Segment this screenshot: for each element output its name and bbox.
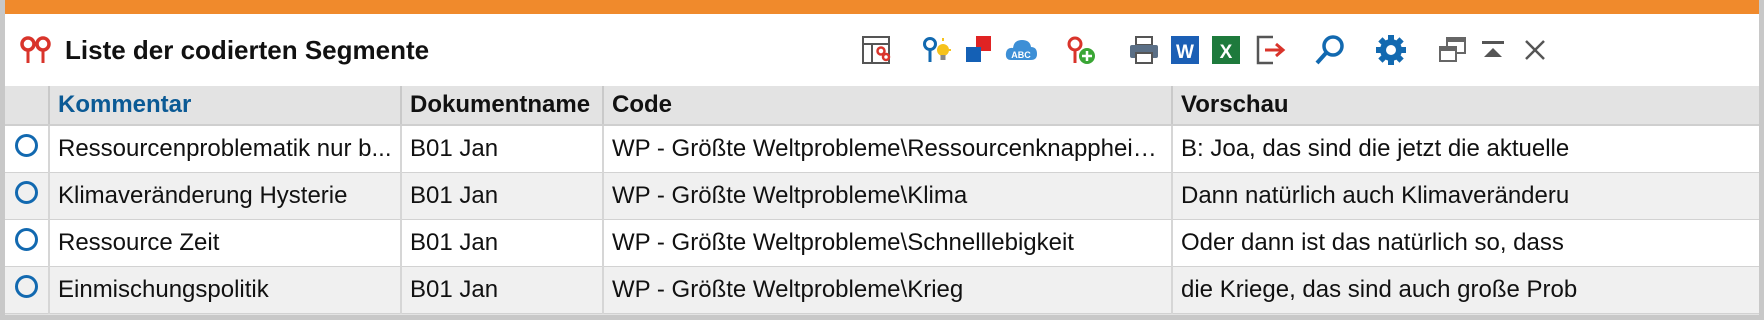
cell-kommentar[interactable]: Ressource Zeit — [49, 219, 402, 267]
search-icon[interactable] — [1312, 32, 1348, 68]
add-code-icon[interactable] — [1063, 32, 1099, 68]
word-label: W — [1176, 42, 1194, 63]
code-idea-icon[interactable] — [919, 32, 955, 68]
collapse-icon[interactable] — [1475, 32, 1511, 68]
cell-vorschau[interactable]: die Kriege, das sind auch große Prob — [1172, 266, 1759, 314]
cell-code[interactable]: WP - Größte Weltprobleme\Klima — [603, 172, 1173, 220]
table-row[interactable]: Ressource Zeit B01 Jan WP - Größte Weltp… — [5, 219, 1759, 267]
coded-segments-icon — [19, 33, 53, 67]
table-row[interactable]: Klimaveränderung Hysterie B01 Jan WP - G… — [5, 172, 1759, 220]
cell-code[interactable]: WP - Größte Weltprobleme\Schnelllebigkei… — [603, 219, 1173, 267]
print-icon[interactable] — [1126, 32, 1162, 68]
segments-table: Kommentar Dokumentname Code Vorschau Res… — [5, 86, 1759, 314]
circle-marker-icon — [15, 228, 38, 251]
column-header-dokumentname[interactable]: Dokumentname — [401, 86, 604, 126]
abc-label: ABC — [1011, 50, 1031, 60]
column-header-marker[interactable] — [5, 86, 50, 126]
cell-dokumentname[interactable]: B01 Jan — [401, 219, 604, 267]
accent-bar — [5, 0, 1759, 14]
cell-dokumentname[interactable]: B01 Jan — [401, 172, 604, 220]
segments-table-container: Kommentar Dokumentname Code Vorschau Res… — [5, 86, 1759, 315]
close-icon[interactable] — [1517, 32, 1553, 68]
color-squares-icon[interactable] — [961, 32, 997, 68]
cell-kommentar[interactable]: Ressourcenproblematik nur b... — [49, 125, 402, 173]
cell-kommentar[interactable]: Einmischungspolitik — [49, 266, 402, 314]
table-row[interactable]: Ressourcenproblematik nur b... B01 Jan W… — [5, 125, 1759, 173]
window-title: Liste der codierten Segmente — [65, 34, 430, 65]
circle-marker-icon — [15, 181, 38, 204]
circle-marker-icon — [15, 275, 38, 298]
word-export-icon[interactable]: W — [1167, 32, 1203, 68]
undock-icon[interactable] — [1435, 32, 1471, 68]
row-marker[interactable] — [5, 266, 50, 314]
excel-export-icon[interactable]: X — [1208, 32, 1244, 68]
export-icon[interactable] — [1252, 32, 1288, 68]
table-header-row: Kommentar Dokumentname Code Vorschau — [5, 86, 1759, 126]
table-row[interactable]: Einmischungspolitik B01 Jan WP - Größte … — [5, 266, 1759, 314]
title-bar: Liste der codierten Segmente ABC W X — [5, 14, 1759, 86]
column-header-kommentar[interactable]: Kommentar — [49, 86, 402, 126]
excel-label: X — [1220, 42, 1233, 63]
cell-vorschau[interactable]: Dann natürlich auch Klimaveränderu — [1172, 172, 1759, 220]
column-header-vorschau[interactable]: Vorschau — [1172, 86, 1759, 126]
row-marker[interactable] — [5, 219, 50, 267]
cell-vorschau[interactable]: Oder dann ist das natürlich so, dass — [1172, 219, 1759, 267]
cell-kommentar[interactable]: Klimaveränderung Hysterie — [49, 172, 402, 220]
cell-code[interactable]: WP - Größte Weltprobleme\Krieg — [603, 266, 1173, 314]
circle-marker-icon — [15, 134, 38, 157]
cell-code[interactable]: WP - Größte Weltprobleme\Ressourcenknapp… — [603, 125, 1173, 173]
column-settings-icon[interactable] — [859, 32, 895, 68]
cell-dokumentname[interactable]: B01 Jan — [401, 266, 604, 314]
column-header-code[interactable]: Code — [603, 86, 1173, 126]
row-marker[interactable] — [5, 125, 50, 173]
cell-dokumentname[interactable]: B01 Jan — [401, 125, 604, 173]
coded-segments-window: Liste der codierten Segmente ABC W X Kom… — [0, 0, 1764, 320]
cell-vorschau[interactable]: B: Joa, das sind die jetzt die aktuelle — [1172, 125, 1759, 173]
abc-cloud-icon[interactable]: ABC — [1003, 32, 1039, 68]
gear-icon[interactable] — [1373, 32, 1409, 68]
row-marker[interactable] — [5, 172, 50, 220]
